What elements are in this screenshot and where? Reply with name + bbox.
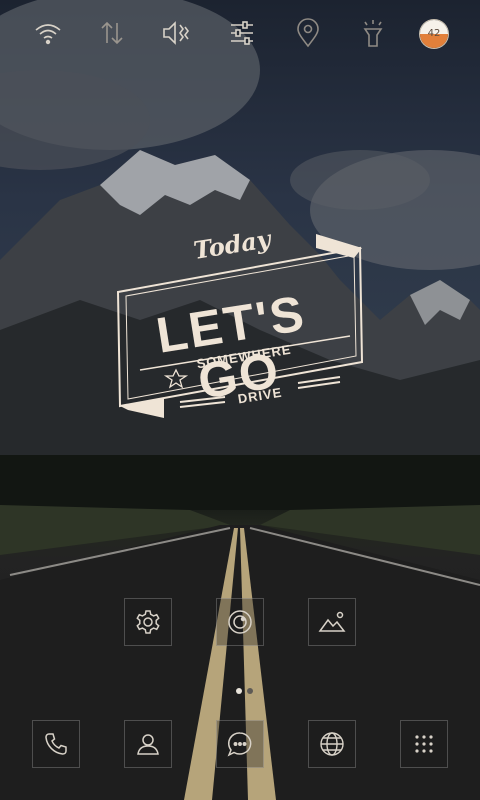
page-indicator-inactive[interactable] — [247, 688, 253, 694]
browser-icon — [320, 732, 344, 756]
app-drawer-icon — [415, 735, 433, 753]
sliders-icon[interactable] — [225, 16, 259, 50]
status-bar: 42 — [0, 0, 480, 64]
home-screen: 42 Today LET'S GO SOMEWHERE DRIVE — [0, 0, 480, 800]
settings-app[interactable] — [124, 598, 172, 646]
messages-icon — [227, 732, 252, 757]
app-drawer-button[interactable] — [400, 720, 448, 768]
wallpaper — [0, 0, 480, 800]
flashlight-icon[interactable] — [356, 16, 390, 50]
contacts-app[interactable] — [124, 720, 172, 768]
data-transfer-icon[interactable] — [95, 16, 129, 50]
gallery-app[interactable] — [308, 598, 356, 646]
gallery-icon — [318, 611, 346, 632]
contacts-icon — [137, 734, 159, 755]
location-icon[interactable] — [291, 16, 325, 50]
camera-app[interactable] — [216, 598, 264, 646]
battery-indicator[interactable]: 42 — [420, 20, 448, 48]
settings-icon — [136, 610, 160, 634]
browser-app[interactable] — [308, 720, 356, 768]
page-indicator-active[interactable] — [236, 688, 242, 694]
vibrate-icon[interactable] — [159, 16, 193, 50]
messages-app[interactable] — [216, 720, 264, 768]
battery-value: 42 — [427, 28, 441, 39]
phone-icon — [45, 733, 67, 755]
wifi-icon[interactable] — [31, 16, 65, 50]
camera-icon — [228, 610, 252, 634]
phone-app[interactable] — [32, 720, 80, 768]
